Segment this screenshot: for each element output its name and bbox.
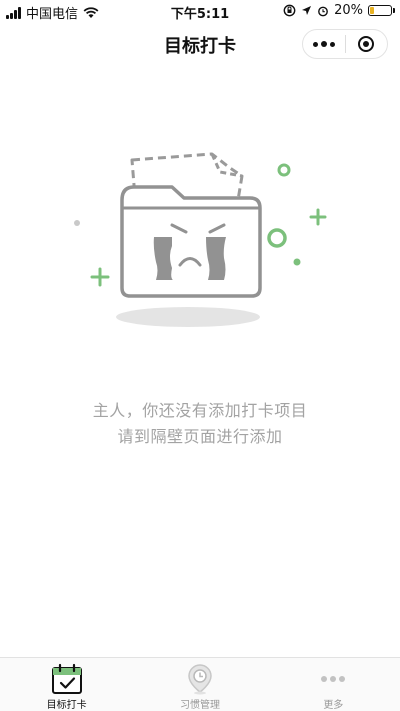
alarm-icon bbox=[318, 6, 328, 16]
tab-habit-management[interactable]: 习惯管理 bbox=[133, 658, 266, 711]
circle-close-icon[interactable] bbox=[346, 30, 388, 58]
nav-bar: 目标打卡 bbox=[0, 22, 400, 66]
location-clock-icon bbox=[184, 663, 216, 695]
battery-fill bbox=[370, 7, 374, 14]
more-dots-icon bbox=[317, 663, 349, 695]
battery-percent: 20% bbox=[334, 3, 363, 18]
tab-more[interactable]: 更多 bbox=[267, 658, 400, 711]
tab-bar: 目标打卡 习惯管理 更多 bbox=[0, 657, 400, 711]
rotation-lock-icon bbox=[283, 4, 296, 17]
calendar-check-icon bbox=[51, 663, 83, 695]
more-dots-icon[interactable] bbox=[303, 30, 345, 58]
empty-message-line1: 主人，你还没有添加打卡项目 bbox=[92, 401, 308, 420]
tab-label: 习惯管理 bbox=[179, 700, 220, 711]
status-bar: 中国电信 下午5:11 20% bbox=[0, 0, 400, 22]
empty-message-line2: 请到隔壁页面进行添加 bbox=[117, 427, 283, 446]
location-arrow-icon bbox=[302, 6, 312, 15]
tab-label: 更多 bbox=[323, 700, 344, 711]
status-right: 20% bbox=[283, 3, 395, 18]
mini-program-capsule bbox=[302, 29, 388, 59]
tab-goal-checkin[interactable]: 目标打卡 bbox=[0, 658, 133, 711]
tab-label: 目标打卡 bbox=[46, 700, 87, 711]
battery-icon bbox=[368, 5, 395, 16]
crying-folder-icon bbox=[74, 152, 327, 327]
